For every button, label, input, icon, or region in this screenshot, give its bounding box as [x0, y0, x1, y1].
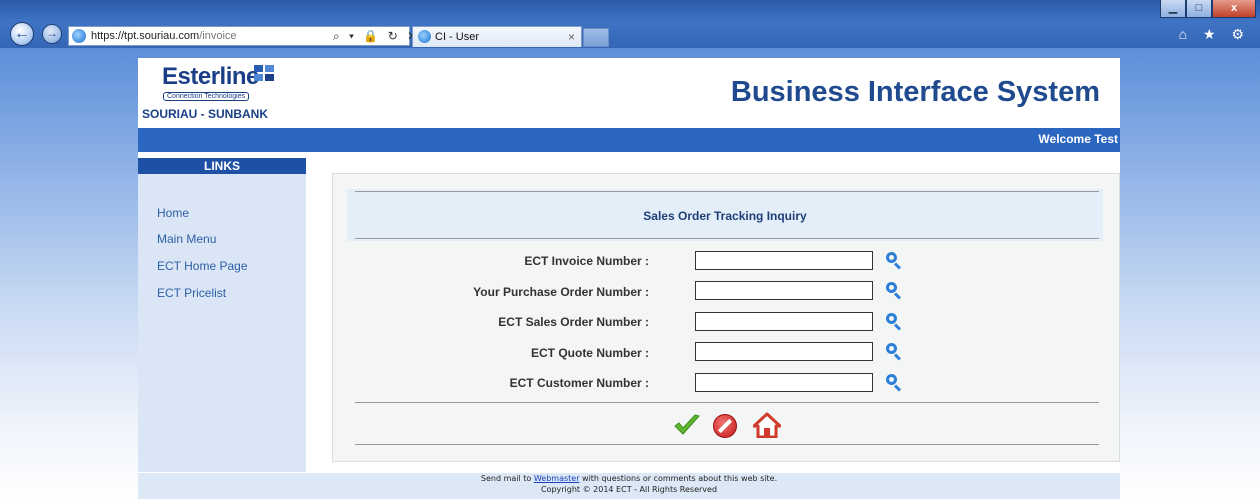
ie-icon: [72, 29, 86, 43]
links-sidebar: LINKS Home Main Menu ECT Home Page ECT P…: [138, 158, 306, 472]
purchase-order-number-input[interactable]: [695, 281, 873, 300]
invoice-number-input[interactable]: [695, 251, 873, 270]
tab-title: CI - User: [435, 31, 479, 43]
submit-check-icon[interactable]: [673, 413, 701, 437]
window-controls: ▁ □ x: [1160, 0, 1256, 18]
quote-number-label: ECT Quote Number :: [530, 346, 649, 360]
close-window-button[interactable]: x: [1212, 0, 1256, 18]
browser-tab[interactable]: CI - User ×: [412, 26, 582, 47]
footer-contact-line: Send mail to Webmaster with questions or…: [480, 474, 778, 483]
brand-name: SOURIAU - SUNBANK: [142, 107, 268, 121]
minimize-button[interactable]: ▁: [1160, 0, 1186, 18]
back-button[interactable]: ←: [10, 22, 34, 46]
tab-ie-icon: [418, 30, 431, 43]
logo-text: Esterline: [162, 63, 259, 90]
site-header: Esterline Connection Technologies SOURIA…: [138, 58, 1120, 128]
divider: [355, 444, 1099, 445]
welcome-bar: Welcome Test: [138, 128, 1120, 152]
address-tools-icons[interactable]: ⌕ ▾ 🔒 ↻ ✕: [333, 29, 420, 44]
purchase-order-number-label: Your Purchase Order Number :: [473, 285, 649, 299]
form-title-band: Sales Order Tracking Inquiry: [347, 189, 1103, 241]
browser-chrome: ▁ □ x ← → https://tpt.souriau.com/invoic…: [0, 0, 1260, 48]
footer-copyright: Copyright © 2014 ECT - All Rights Reserv…: [540, 485, 718, 494]
divider: [355, 191, 1099, 192]
maximize-button[interactable]: □: [1186, 0, 1212, 18]
customer-number-label: ECT Customer Number :: [509, 376, 649, 390]
page: Esterline Connection Technologies SOURIA…: [138, 58, 1120, 499]
address-bar[interactable]: https://tpt.souriau.com/invoice ⌕ ▾ 🔒 ↻ …: [68, 26, 417, 46]
divider: [355, 238, 1099, 239]
search-icon[interactable]: [886, 343, 902, 361]
welcome-text: Welcome Test: [1038, 132, 1118, 146]
site-title: Business Interface System: [730, 76, 1100, 108]
logo-mark-icon: [254, 65, 274, 81]
logo-subtitle: Connection Technologies: [163, 92, 250, 101]
new-tab-button[interactable]: [583, 28, 609, 47]
cancel-icon[interactable]: [713, 414, 737, 438]
search-icon[interactable]: [886, 313, 902, 331]
webmaster-link[interactable]: Webmaster: [534, 474, 580, 483]
inquiry-panel: Sales Order Tracking Inquiry ECT Invoice…: [332, 173, 1120, 462]
home-icon[interactable]: [753, 412, 781, 438]
divider: [355, 402, 1099, 403]
search-icon[interactable]: [886, 282, 902, 300]
links-heading: LINKS: [138, 158, 306, 174]
link-ect-pricelist[interactable]: ECT Pricelist: [157, 286, 226, 300]
sales-order-number-input[interactable]: [695, 312, 873, 331]
sales-order-number-label: ECT Sales Order Number :: [498, 315, 649, 329]
search-icon[interactable]: [886, 374, 902, 392]
invoice-number-label: ECT Invoice Number :: [524, 254, 649, 268]
link-main-menu[interactable]: Main Menu: [157, 232, 216, 246]
search-icon[interactable]: [886, 252, 902, 270]
customer-number-input[interactable]: [695, 373, 873, 392]
forward-button[interactable]: →: [42, 24, 62, 44]
browser-toolbar-icons[interactable]: ⌂ ★ ⚙: [1179, 26, 1250, 43]
address-url[interactable]: https://tpt.souriau.com/invoice: [91, 30, 237, 42]
link-home[interactable]: Home: [157, 206, 189, 220]
site-footer: Send mail to Webmaster with questions or…: [138, 473, 1120, 499]
quote-number-input[interactable]: [695, 342, 873, 361]
link-ect-home-page[interactable]: ECT Home Page: [157, 259, 248, 273]
form-title: Sales Order Tracking Inquiry: [643, 209, 807, 223]
tab-close-icon[interactable]: ×: [568, 30, 575, 44]
